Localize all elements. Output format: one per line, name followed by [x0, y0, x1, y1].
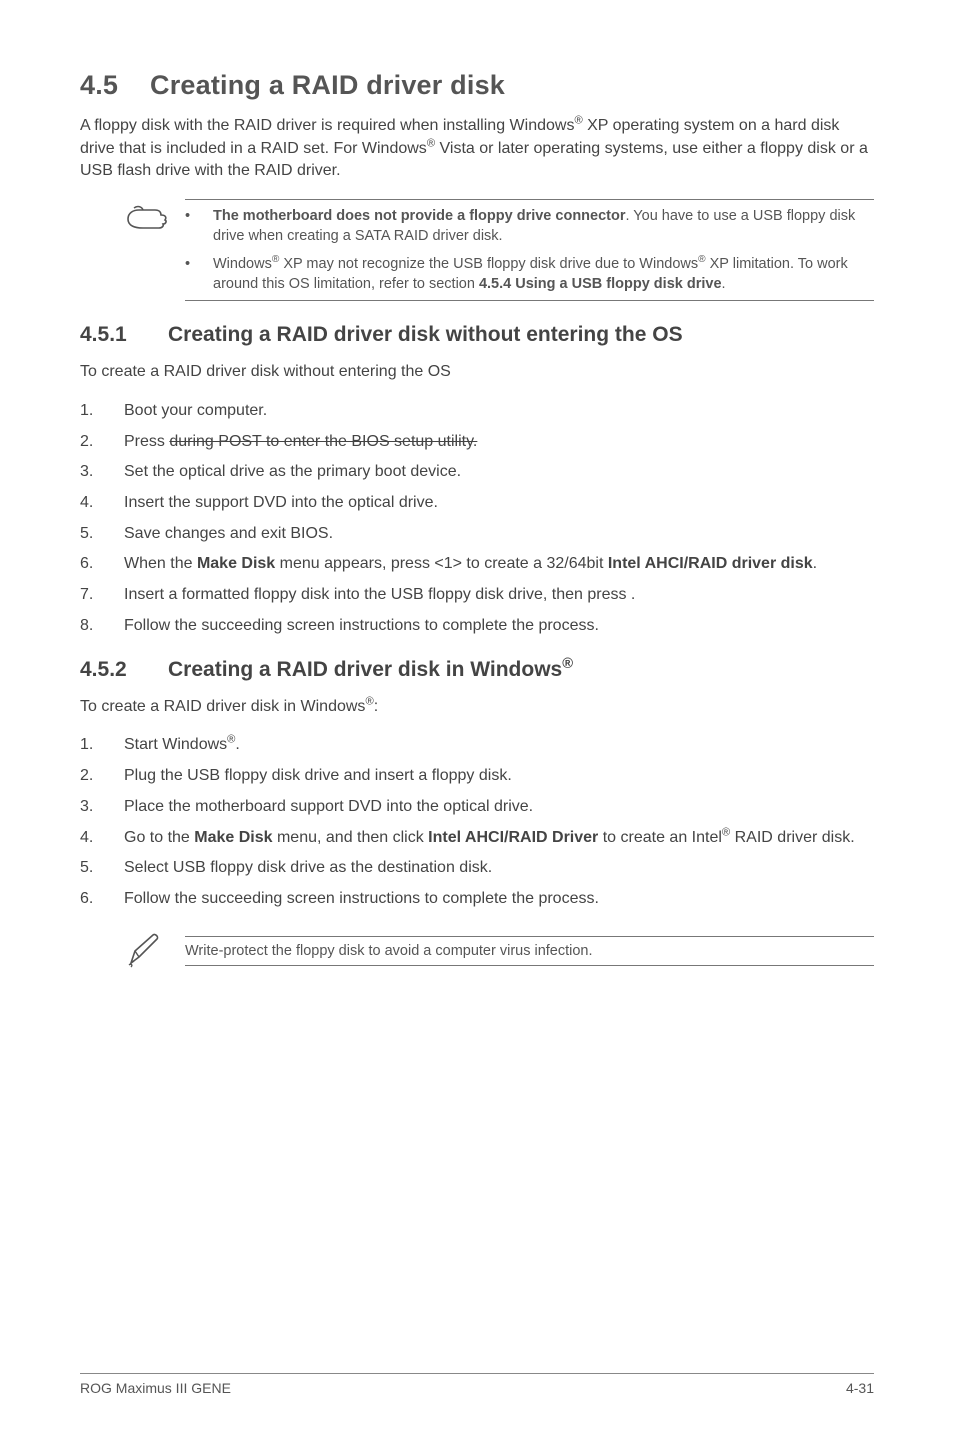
step-item: 5.Save changes and exit BIOS.	[80, 523, 874, 546]
step-text: When the Make Disk menu appears, press <…	[124, 553, 874, 576]
step-text: Go to the Make Disk menu, and then click…	[124, 827, 874, 850]
tip-item: • The motherboard does not provide a flo…	[185, 206, 874, 246]
section2-steps: 1.Start Windows®. 2.Plug the USB floppy …	[80, 734, 874, 910]
tip-bold: 4.5.4 Using a USB floppy disk drive	[479, 276, 722, 292]
step-text: Follow the succeeding screen instruction…	[124, 615, 874, 638]
step-item: 6.When the Make Disk menu appears, press…	[80, 553, 874, 576]
subheading-title: Creating a RAID driver disk in Windows®	[168, 658, 573, 681]
intro-paragraph: A floppy disk with the RAID driver is re…	[80, 115, 874, 183]
footer-right: 4-31	[846, 1380, 874, 1396]
step-text: Set the optical drive as the primary boo…	[124, 461, 874, 484]
step-number: 8.	[80, 615, 124, 638]
subheading-title: Creating a RAID driver disk without ente…	[168, 323, 683, 346]
step-number: 1.	[80, 734, 124, 757]
tip-icon-col	[125, 199, 185, 233]
step-number: 2.	[80, 431, 124, 454]
page-footer: ROG Maximus III GENE 4-31	[80, 1373, 874, 1396]
step-number: 5.	[80, 523, 124, 546]
note-icon-col	[125, 931, 185, 971]
footer-left: ROG Maximus III GENE	[80, 1380, 231, 1396]
step-number: 3.	[80, 796, 124, 819]
step-text: Start Windows®.	[124, 734, 874, 757]
step-text: Place the motherboard support DVD into t…	[124, 796, 874, 819]
step-number: 7.	[80, 584, 124, 607]
step-item: 6.Follow the succeeding screen instructi…	[80, 888, 874, 911]
step-number: 2.	[80, 765, 124, 788]
step-text: Select USB floppy disk drive as the dest…	[124, 857, 874, 880]
tip-bold: The motherboard does not provide a flopp…	[213, 208, 626, 224]
tip-text: • The motherboard does not provide a flo…	[185, 199, 874, 301]
hand-point-icon	[125, 201, 185, 233]
section2-lead: To create a RAID driver disk in Windows®…	[80, 696, 874, 719]
step-item: 7.Insert a formatted floppy disk into th…	[80, 584, 874, 607]
bullet-dot-icon: •	[185, 254, 213, 294]
heading-title: Creating a RAID driver disk	[150, 70, 505, 100]
step-text: Insert a formatted floppy disk into the …	[124, 584, 874, 607]
section1-steps: 1.Boot your computer. 2.Press during POS…	[80, 400, 874, 638]
step-text: Insert the support DVD into the optical …	[124, 492, 874, 515]
step-text: Save changes and exit BIOS.	[124, 523, 874, 546]
tip-item: • Windows® XP may not recognize the USB …	[185, 254, 874, 294]
step-item: 2.Press during POST to enter the BIOS se…	[80, 431, 874, 454]
step-number: 5.	[80, 857, 124, 880]
step-text: Follow the succeeding screen instruction…	[124, 888, 874, 911]
heading-number: 4.5	[80, 70, 150, 101]
section1-lead: To create a RAID driver disk without ent…	[80, 361, 874, 384]
step-item: 3.Place the motherboard support DVD into…	[80, 796, 874, 819]
step-item: 4.Insert the support DVD into the optica…	[80, 492, 874, 515]
step-text: Plug the USB floppy disk drive and inser…	[124, 765, 874, 788]
step-number: 6.	[80, 553, 124, 576]
step-item: 4.Go to the Make Disk menu, and then cli…	[80, 827, 874, 850]
note-text: Write-protect the floppy disk to avoid a…	[185, 943, 593, 959]
step-item: 1.Boot your computer.	[80, 400, 874, 423]
heading-4-5: 4.5Creating a RAID driver disk	[80, 70, 874, 101]
step-item: 5.Select USB floppy disk drive as the de…	[80, 857, 874, 880]
step-number: 6.	[80, 888, 124, 911]
step-item: 1.Start Windows®.	[80, 734, 874, 757]
pencil-icon	[125, 931, 185, 971]
step-text: Boot your computer.	[124, 400, 874, 423]
tip-callout: • The motherboard does not provide a flo…	[125, 199, 874, 301]
note-callout: Write-protect the floppy disk to avoid a…	[125, 931, 874, 971]
heading-4-5-2: 4.5.2Creating a RAID driver disk in Wind…	[80, 658, 874, 682]
bullet-dot-icon: •	[185, 206, 213, 246]
step-number: 4.	[80, 492, 124, 515]
step-number: 3.	[80, 461, 124, 484]
step-item: 2.Plug the USB floppy disk drive and ins…	[80, 765, 874, 788]
step-item: 3.Set the optical drive as the primary b…	[80, 461, 874, 484]
subheading-number: 4.5.2	[80, 658, 168, 682]
page: 4.5Creating a RAID driver disk A floppy …	[0, 0, 954, 1438]
tip-tail: .	[722, 276, 726, 292]
step-number: 1.	[80, 400, 124, 423]
step-item: 8.Follow the succeeding screen instructi…	[80, 615, 874, 638]
heading-4-5-1: 4.5.1Creating a RAID driver disk without…	[80, 323, 874, 347]
step-number: 4.	[80, 827, 124, 850]
step-text: Press during POST to enter the BIOS setu…	[124, 431, 874, 454]
subheading-number: 4.5.1	[80, 323, 168, 347]
note-text-col: Write-protect the floppy disk to avoid a…	[185, 936, 874, 966]
